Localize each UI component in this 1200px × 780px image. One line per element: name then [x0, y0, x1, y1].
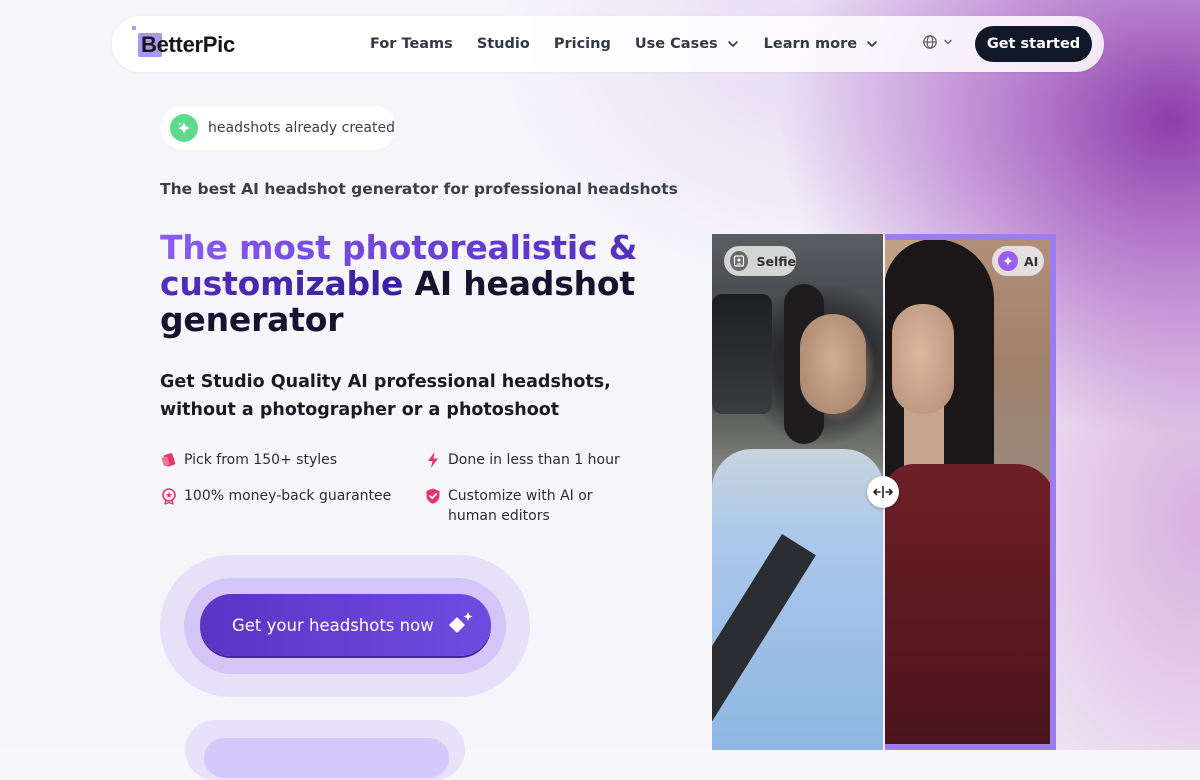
- nav-link-studio[interactable]: Studio: [477, 36, 530, 52]
- ai-label-text: AI: [1024, 253, 1039, 269]
- nav-link-label: For Teams: [370, 36, 453, 52]
- feature-item: Customize with AI or human editors: [424, 486, 644, 526]
- shield-check-icon: [426, 488, 440, 504]
- tag-icon: [161, 453, 176, 467]
- arrows-horizontal-icon: [873, 486, 893, 498]
- language-selector[interactable]: [922, 34, 954, 50]
- image-region: [884, 464, 1056, 750]
- nav-link-label: Pricing: [553, 36, 611, 52]
- nav-link-label: Learn more: [763, 36, 858, 52]
- badge-text: headshots already created: [208, 120, 395, 136]
- brand-name: BetterPic: [141, 32, 235, 57]
- ai-headshot-image: [884, 234, 1056, 750]
- award-icon: [162, 488, 176, 505]
- logo-dot: [132, 26, 136, 30]
- selfie-label: Selfie: [724, 246, 796, 276]
- sparkle-icon: [448, 612, 473, 633]
- nav-link-pricing[interactable]: Pricing: [554, 36, 611, 52]
- top-navbar: BetterPic For Teams Studio Pricing Use C…: [112, 16, 1104, 72]
- image-region: [712, 294, 772, 414]
- feature-list: Pick from 150+ styles Done in less than …: [160, 450, 660, 530]
- hero-eyebrow: The best AI headshot generator for profe…: [160, 180, 678, 198]
- feature-item: Pick from 150+ styles: [160, 450, 337, 470]
- sparkle-icon: [170, 114, 198, 142]
- secondary-cta-button[interactable]: [204, 738, 449, 778]
- hero-headline: The most photorealistic & customizable A…: [160, 230, 640, 338]
- feature-text: 100% money-back guarantee: [184, 488, 392, 504]
- chevron-down-icon: [867, 41, 877, 47]
- sparkle-icon: [998, 251, 1018, 271]
- headshots-created-badge: headshots already created: [160, 106, 396, 150]
- portrait-icon: [730, 251, 749, 271]
- nav-links: For Teams Studio Pricing Use Cases Learn…: [370, 16, 903, 72]
- nav-link-for-teams[interactable]: For Teams: [370, 36, 453, 52]
- image-region: [892, 304, 954, 414]
- comparison-drag-handle[interactable]: [867, 476, 899, 508]
- lightning-icon: [428, 452, 438, 468]
- feature-text: Done in less than 1 hour: [448, 452, 620, 468]
- chevron-down-icon: [727, 41, 738, 47]
- selfie-image: [712, 234, 884, 750]
- before-after-comparison[interactable]: Selfie AI: [712, 234, 1056, 750]
- globe-icon: [923, 35, 937, 49]
- feature-text: Customize with AI or human editors: [448, 488, 593, 524]
- brand-logo[interactable]: BetterPic: [132, 26, 235, 60]
- feature-item: Done in less than 1 hour: [424, 450, 620, 470]
- get-headshots-button[interactable]: Get your headshots now: [200, 594, 491, 656]
- nav-dropdown-use-cases[interactable]: Use Cases: [635, 36, 740, 52]
- nav-dropdown-learn-more[interactable]: Learn more: [764, 36, 879, 52]
- ai-label: AI: [992, 246, 1044, 276]
- feature-item: 100% money-back guarantee: [160, 486, 391, 506]
- feature-text: Pick from 150+ styles: [184, 452, 338, 468]
- chevron-down-icon: [944, 39, 952, 45]
- selfie-label-text: Selfie: [756, 253, 796, 269]
- nav-link-label: Use Cases: [634, 36, 718, 52]
- image-region: [712, 449, 884, 750]
- nav-link-label: Studio: [476, 36, 530, 52]
- get-started-button[interactable]: Get started: [975, 26, 1092, 62]
- cta-label: Get your headshots now: [232, 615, 434, 635]
- hero-subhead: Get Studio Quality AI professional heads…: [160, 372, 611, 420]
- image-region: [800, 314, 866, 414]
